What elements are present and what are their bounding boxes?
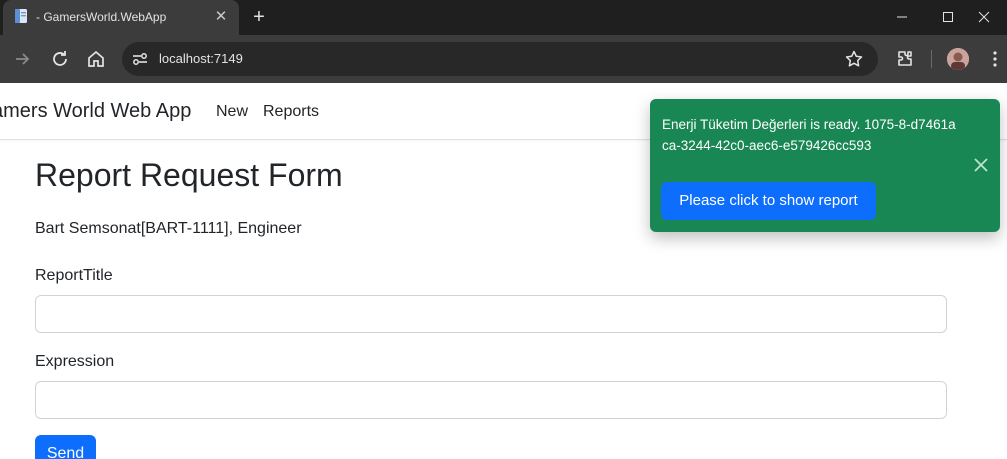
close-icon[interactable]: ✕ <box>211 7 231 27</box>
toolbar-divider <box>931 50 932 68</box>
expression-label: Expression <box>35 353 115 370</box>
page-favicon-icon <box>15 9 27 23</box>
forward-icon[interactable] <box>10 47 34 71</box>
browser-tab[interactable]: - GamersWorld.WebApp ✕ <box>3 0 239 35</box>
reload-icon[interactable] <box>48 47 72 71</box>
navbar-brand[interactable]: amers World Web App <box>0 100 191 123</box>
home-icon[interactable] <box>84 47 108 71</box>
user-info: Bart Semsonat[BART-1111], Engineer <box>35 220 302 237</box>
extensions-icon[interactable] <box>893 47 917 71</box>
close-window-icon[interactable] <box>961 0 1007 33</box>
send-button[interactable]: Send <box>35 435 96 459</box>
close-icon[interactable] <box>972 156 990 174</box>
star-icon[interactable] <box>844 49 864 69</box>
show-report-button[interactable]: Please click to show report <box>661 182 876 220</box>
browser-tabstrip: - GamersWorld.WebApp ✕ + <box>0 0 1007 35</box>
more-vert-icon[interactable] <box>983 47 1007 71</box>
report-title-input[interactable] <box>35 295 947 333</box>
expression-input[interactable] <box>35 381 947 419</box>
plus-icon[interactable]: + <box>248 6 270 28</box>
nav-link-new[interactable]: New <box>216 103 248 121</box>
url-text[interactable]: localhost:7149 <box>159 51 243 66</box>
address-bar[interactable]: localhost:7149 <box>122 42 878 76</box>
page-title: Report Request Form <box>35 157 343 193</box>
nav-link-reports[interactable]: Reports <box>263 103 319 121</box>
toast-message: Enerji Tüketim Değerleri is ready. 1075-… <box>662 117 956 153</box>
tab-title: - GamersWorld.WebApp <box>36 10 167 24</box>
browser-toolbar: localhost:7149 <box>0 35 1007 83</box>
site-info-icon[interactable] <box>130 49 150 69</box>
report-title-label: ReportTitle <box>35 267 113 284</box>
avatar[interactable] <box>947 48 969 70</box>
minimize-icon[interactable] <box>879 0 925 33</box>
